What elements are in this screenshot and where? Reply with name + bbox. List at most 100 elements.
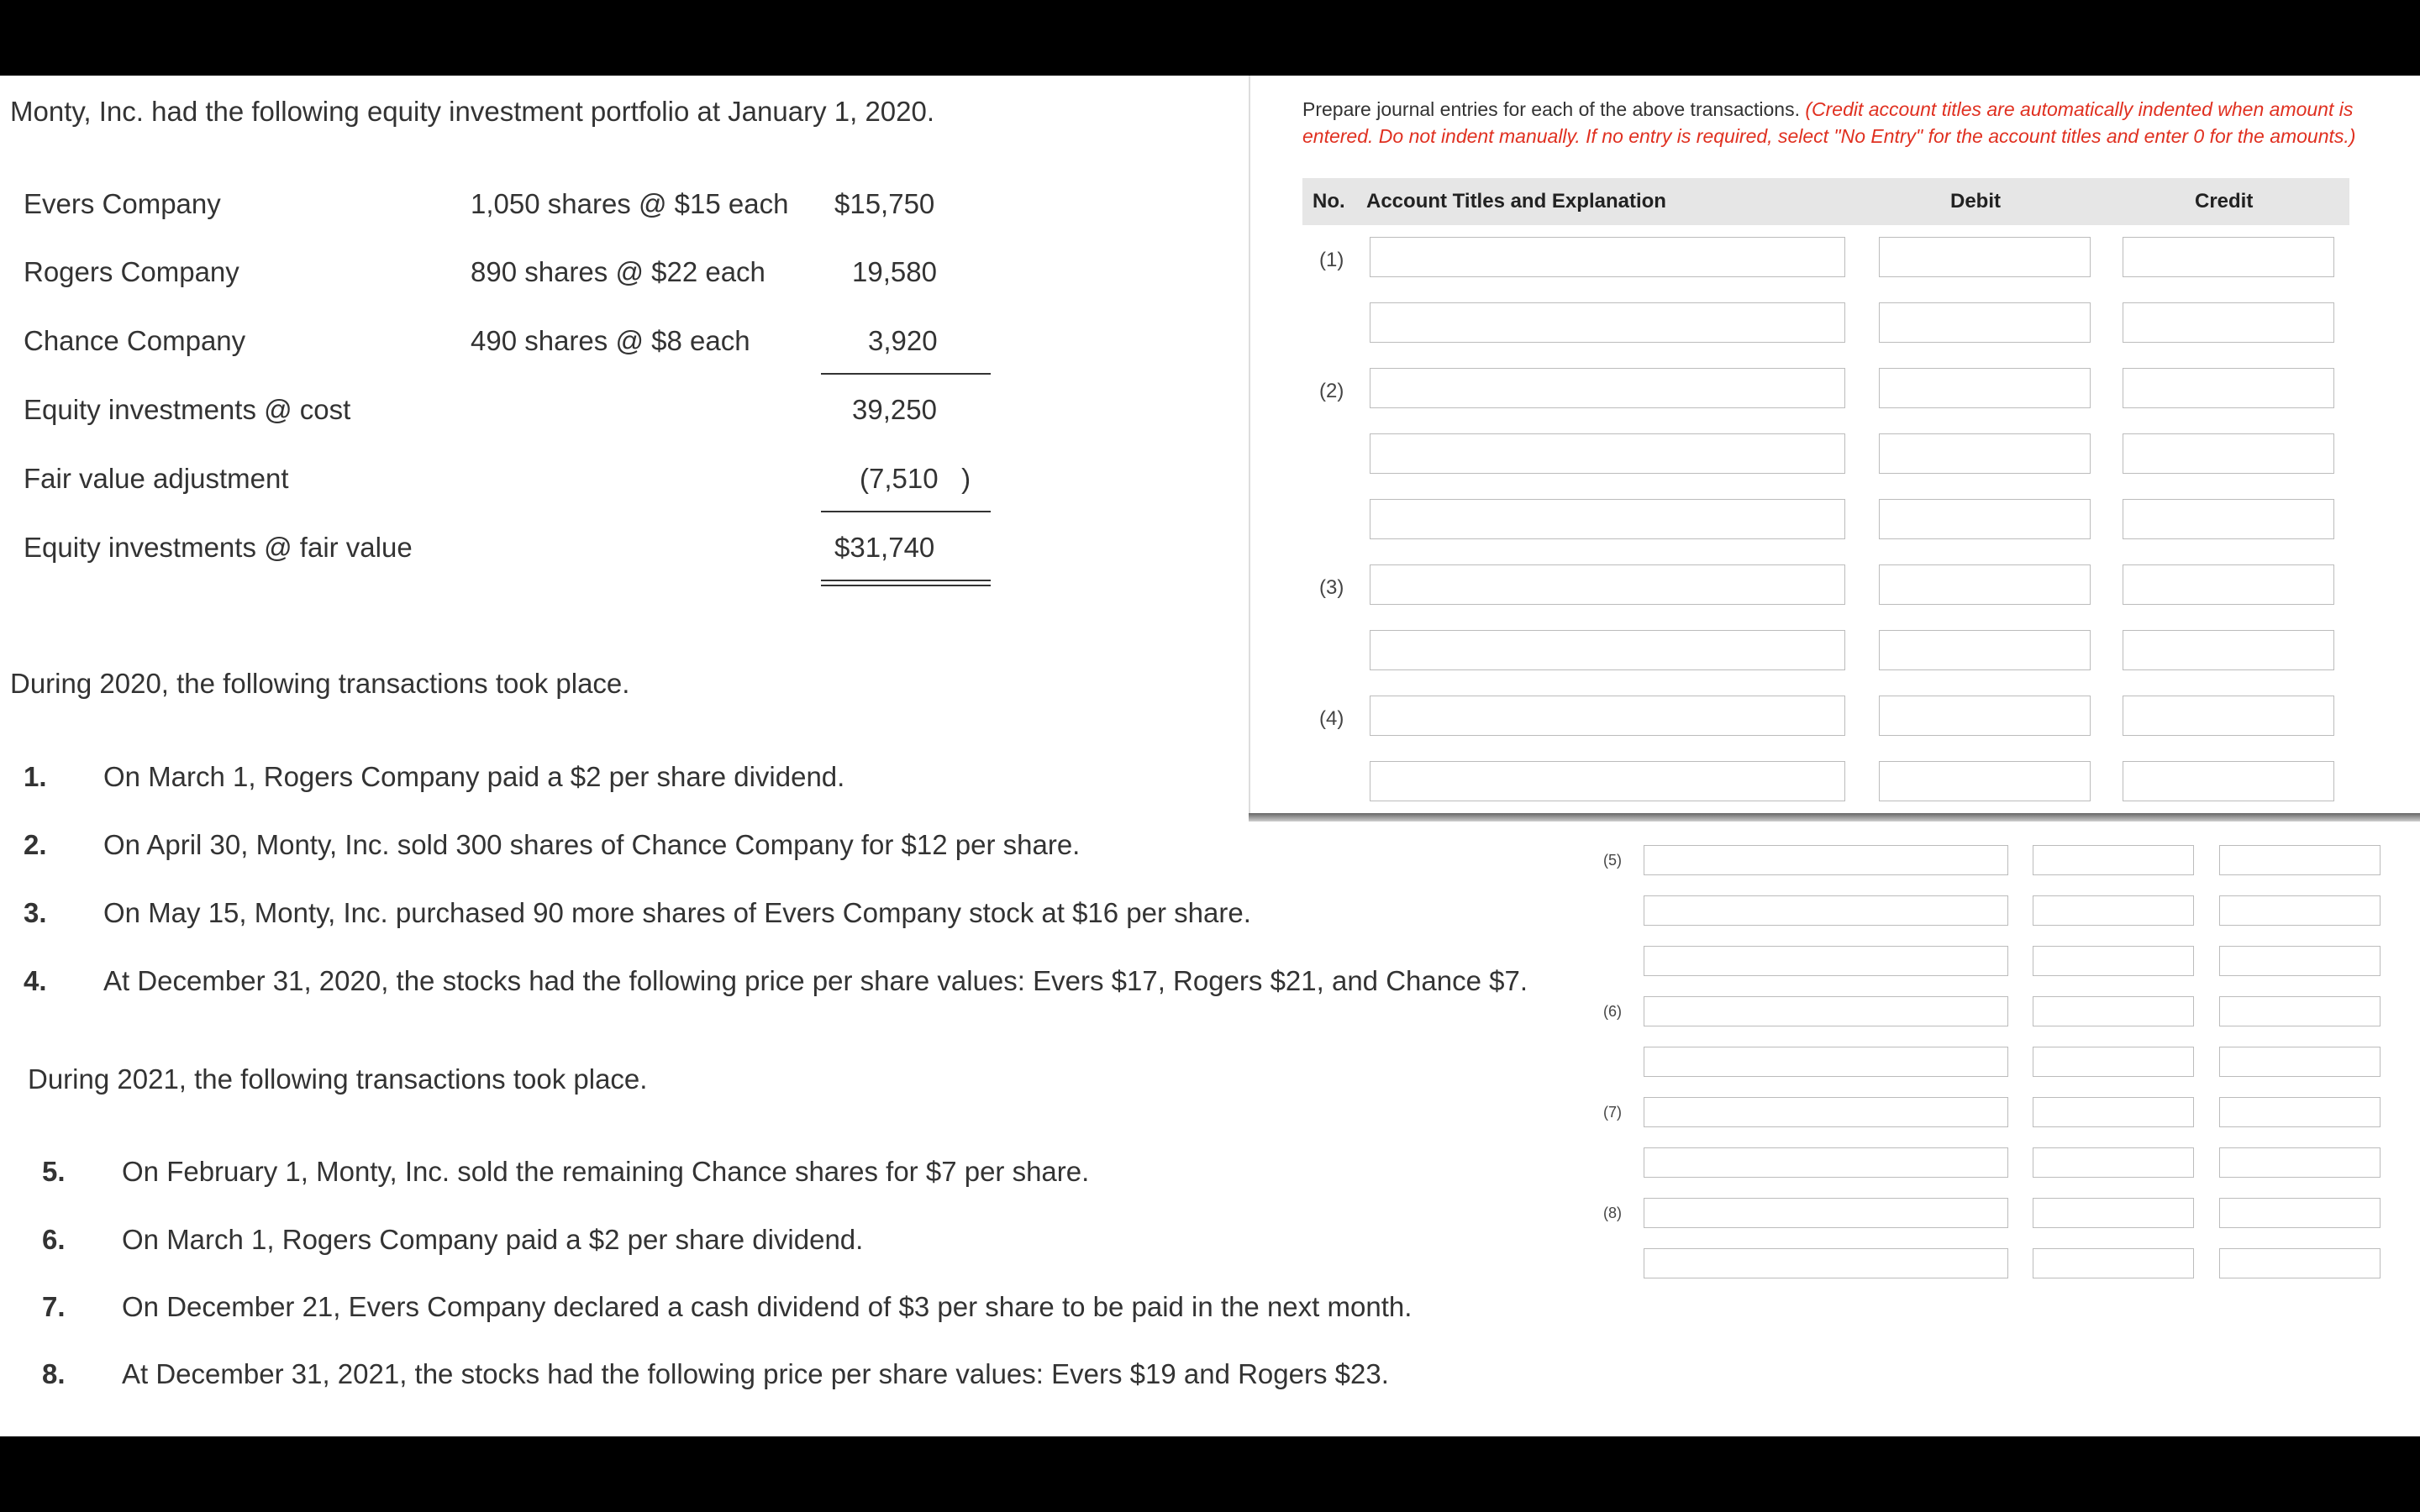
company-name: Evers Company xyxy=(24,188,221,219)
credit-input[interactable] xyxy=(2219,1248,2381,1278)
account-title-input[interactable] xyxy=(1370,499,1845,539)
company-name: Chance Company xyxy=(24,325,246,356)
debit-input[interactable] xyxy=(2033,1198,2194,1228)
amount: 3,920 xyxy=(868,325,938,356)
debit-input[interactable] xyxy=(2033,1248,2194,1278)
debit-input[interactable] xyxy=(1879,302,2091,343)
journal-table-header: No. Account Titles and Explanation Debit… xyxy=(1302,178,2349,225)
debit-input[interactable] xyxy=(1879,368,2091,408)
total-label: Equity investments @ cost xyxy=(24,394,351,425)
credit-input[interactable] xyxy=(2123,302,2334,343)
debit-input[interactable] xyxy=(2033,946,2194,976)
account-title-input[interactable] xyxy=(1370,696,1845,736)
credit-input[interactable] xyxy=(2123,761,2334,801)
transaction-text: On February 1, Monty, Inc. sold the rema… xyxy=(122,1156,1090,1187)
transaction-number: 3. xyxy=(24,897,47,928)
credit-input[interactable] xyxy=(2123,696,2334,736)
total-label: Fair value adjustment xyxy=(24,463,289,494)
debit-input[interactable] xyxy=(1879,630,2091,670)
entry-number: (4) xyxy=(1319,707,1344,730)
debit-input[interactable] xyxy=(2033,1147,2194,1178)
subtotal-rule xyxy=(821,373,991,375)
debit-input[interactable] xyxy=(1879,433,2091,474)
credit-input[interactable] xyxy=(2123,564,2334,605)
total-amount: 39,250 xyxy=(852,394,937,425)
credit-input[interactable] xyxy=(2123,499,2334,539)
debit-input[interactable] xyxy=(2033,895,2194,926)
account-title-input[interactable] xyxy=(1644,1047,2008,1077)
credit-input[interactable] xyxy=(2123,433,2334,474)
account-title-input[interactable] xyxy=(1644,1198,2008,1228)
amount: $15,750 xyxy=(834,188,935,219)
header-debit: Debit xyxy=(1950,190,2001,213)
top-black-bar xyxy=(0,0,2420,76)
account-title-input[interactable] xyxy=(1644,996,2008,1026)
account-title-input[interactable] xyxy=(1644,946,2008,976)
account-title-input[interactable] xyxy=(1644,895,2008,926)
account-title-input[interactable] xyxy=(1644,1147,2008,1178)
header-no: No. xyxy=(1313,190,1345,213)
credit-input[interactable] xyxy=(2219,895,2381,926)
journal-instructions: Prepare journal entries for each of the … xyxy=(1302,96,2403,150)
shares-desc: 890 shares @ $22 each xyxy=(471,256,765,287)
heading-2021: During 2021, the following transactions … xyxy=(28,1063,648,1095)
entry-number: (5) xyxy=(1603,852,1622,869)
debit-input[interactable] xyxy=(1879,564,2091,605)
credit-input[interactable] xyxy=(2219,1097,2381,1127)
entry-number: (6) xyxy=(1603,1003,1622,1020)
company-name: Rogers Company xyxy=(24,256,239,287)
credit-input[interactable] xyxy=(2219,946,2381,976)
shares-desc: 490 shares @ $8 each xyxy=(471,325,750,356)
entry-number: (1) xyxy=(1319,249,1344,271)
entry-number: (3) xyxy=(1319,576,1344,599)
entry-number: (7) xyxy=(1603,1104,1622,1121)
account-title-input[interactable] xyxy=(1644,1248,2008,1278)
double-rule xyxy=(821,580,991,586)
heading-2020: During 2020, the following transactions … xyxy=(10,668,630,699)
transaction-number: 1. xyxy=(24,761,47,792)
transaction-number: 2. xyxy=(24,829,47,860)
intro-text: Monty, Inc. had the following equity inv… xyxy=(10,96,935,127)
transaction-text: On December 21, Evers Company declared a… xyxy=(122,1291,1413,1322)
transaction-text: On April 30, Monty, Inc. sold 300 shares… xyxy=(103,829,1081,860)
account-title-input[interactable] xyxy=(1644,845,2008,875)
amount: 19,580 xyxy=(852,256,937,287)
account-title-input[interactable] xyxy=(1644,1097,2008,1127)
subtotal-rule xyxy=(821,511,991,512)
transaction-number: 5. xyxy=(42,1156,66,1187)
credit-input[interactable] xyxy=(2123,368,2334,408)
credit-input[interactable] xyxy=(2219,996,2381,1026)
entry-number: (8) xyxy=(1603,1205,1622,1221)
credit-input[interactable] xyxy=(2123,630,2334,670)
debit-input[interactable] xyxy=(2033,996,2194,1026)
bottom-black-bar xyxy=(0,1436,2420,1512)
credit-input[interactable] xyxy=(2219,1047,2381,1077)
debit-input[interactable] xyxy=(2033,845,2194,875)
panel-divider xyxy=(1249,813,2420,822)
header-account: Account Titles and Explanation xyxy=(1366,190,1666,213)
transaction-text: On March 1, Rogers Company paid a $2 per… xyxy=(122,1224,864,1255)
credit-input[interactable] xyxy=(2219,1198,2381,1228)
debit-input[interactable] xyxy=(2033,1047,2194,1077)
account-title-input[interactable] xyxy=(1370,630,1845,670)
debit-input[interactable] xyxy=(1879,696,2091,736)
entry-number: (2) xyxy=(1319,380,1344,402)
debit-input[interactable] xyxy=(1879,499,2091,539)
credit-input[interactable] xyxy=(2219,1147,2381,1178)
credit-input[interactable] xyxy=(2219,845,2381,875)
debit-input[interactable] xyxy=(1879,237,2091,277)
transaction-text: At December 31, 2021, the stocks had the… xyxy=(122,1358,1389,1389)
account-title-input[interactable] xyxy=(1370,761,1845,801)
account-title-input[interactable] xyxy=(1370,433,1845,474)
debit-input[interactable] xyxy=(1879,761,2091,801)
account-title-input[interactable] xyxy=(1370,302,1845,343)
header-credit: Credit xyxy=(2195,190,2254,213)
transaction-text: At December 31, 2020, the stocks had the… xyxy=(103,965,1528,996)
account-title-input[interactable] xyxy=(1370,564,1845,605)
total-label: Equity investments @ fair value xyxy=(24,532,413,563)
transaction-text: On May 15, Monty, Inc. purchased 90 more… xyxy=(103,897,1251,928)
debit-input[interactable] xyxy=(2033,1097,2194,1127)
account-title-input[interactable] xyxy=(1370,237,1845,277)
account-title-input[interactable] xyxy=(1370,368,1845,408)
credit-input[interactable] xyxy=(2123,237,2334,277)
